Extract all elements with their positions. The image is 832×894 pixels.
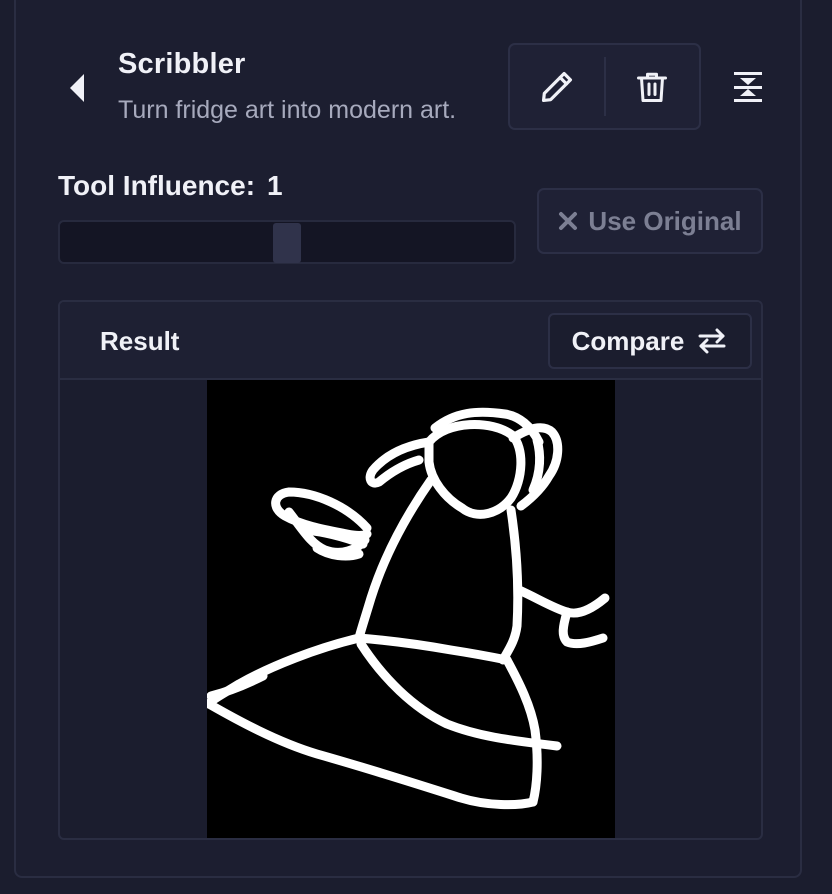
collapse-button[interactable] (728, 66, 768, 108)
tool-actions-group (508, 43, 701, 130)
tool-title: Scribbler (118, 48, 246, 80)
caret-left-icon (70, 74, 84, 102)
tool-influence-text: Tool Influence: (58, 170, 256, 201)
compare-button[interactable]: Compare (548, 313, 752, 369)
slider-thumb[interactable] (273, 223, 301, 263)
use-original-button[interactable]: Use Original (537, 188, 763, 254)
result-image (204, 380, 615, 838)
swap-arrows-icon (698, 328, 726, 354)
tool-influence-value: 1 (267, 170, 283, 201)
back-button[interactable] (66, 70, 90, 106)
edit-button[interactable] (510, 45, 604, 128)
scribble-drawing (204, 407, 610, 810)
x-icon (559, 212, 578, 230)
use-original-label: Use Original (588, 205, 742, 236)
pencil-icon (541, 71, 572, 102)
delete-button[interactable] (606, 45, 700, 128)
result-header: Result Compare (60, 302, 761, 380)
tool-influence-label: Tool Influence: 1 (58, 170, 283, 202)
collapse-vertical-icon (734, 72, 762, 102)
tool-panel: Scribbler Turn fridge art into modern ar… (14, 0, 802, 878)
result-label: Result (100, 326, 180, 356)
tool-influence-slider[interactable] (58, 220, 516, 264)
tool-description: Turn fridge art into modern art. (118, 96, 457, 124)
result-panel: Result Compare (58, 300, 763, 840)
compare-label: Compare (571, 325, 685, 356)
trash-icon (637, 72, 668, 102)
